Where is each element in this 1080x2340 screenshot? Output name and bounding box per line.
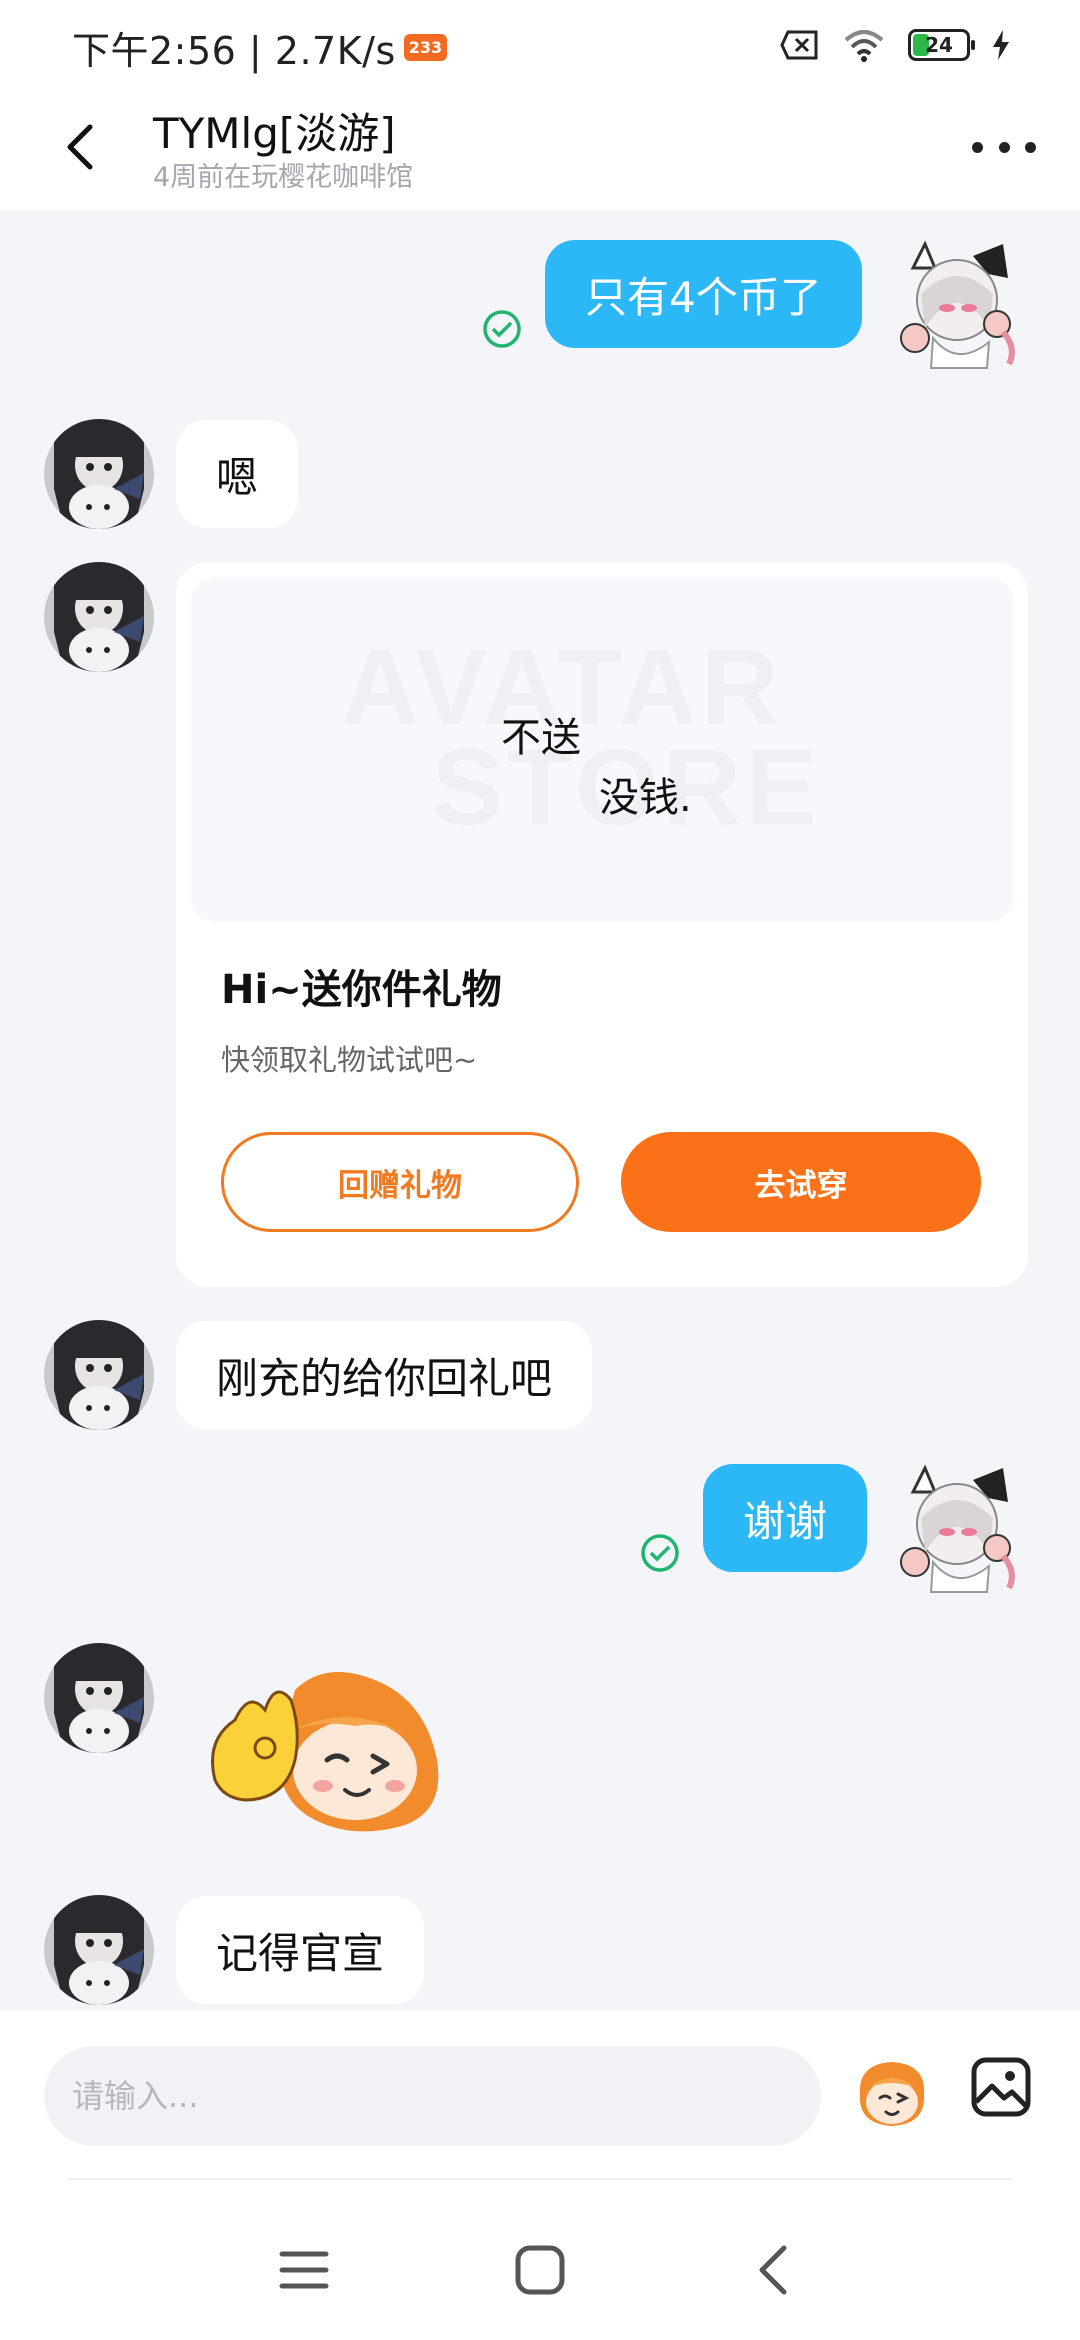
status-time: 下午2:56 | 2.7K/s [72,29,396,73]
gift-card-title: Hi~送你件礼物 [221,967,502,1013]
status-icons: 24 [780,28,1010,62]
gift-card-subtitle: 快领取礼物试试吧~ [221,1043,478,1077]
message-bubble-outgoing[interactable]: 只有4个币了 [545,240,862,348]
gift-image: AVATAR STORE 不送 没钱. [191,577,1013,922]
image-button[interactable] [968,2054,1034,2120]
chat-title: TYMlg[淡游] [153,109,396,158]
chat-header: TYMlg[淡游] 4周前在玩樱花咖啡馆 [0,95,1080,210]
my-avatar[interactable] [893,1462,1023,1602]
battery-level: 24 [925,33,953,57]
menu-nav-icon[interactable] [274,2240,334,2300]
sticker-message[interactable] [205,1660,445,1840]
back-button[interactable] [52,117,112,177]
read-check-icon [482,309,522,349]
charging-icon [993,30,1009,60]
back-nav-icon[interactable] [746,2240,806,2300]
emoji-button[interactable] [852,2054,932,2134]
battery-icon: 24 [908,29,975,61]
wifi-icon [844,30,884,62]
friend-avatar[interactable] [44,1320,154,1430]
try-on-button[interactable]: 去试穿 [621,1132,981,1232]
message-bubble-incoming[interactable]: 嗯 [176,420,299,528]
home-nav-icon[interactable] [510,2240,570,2300]
divider [68,2178,1012,2180]
message-bubble-incoming[interactable]: 刚充的给你回礼吧 [176,1321,593,1429]
gift-image-text: 不送 [501,715,581,761]
friend-avatar[interactable] [44,1643,154,1753]
message-input[interactable] [72,2077,821,2115]
sim-x-icon [780,30,818,60]
chat-subtitle: 4周前在玩樱花咖啡馆 [153,162,414,193]
wink-sticker-icon [211,1672,439,1832]
friend-avatar[interactable] [44,562,154,672]
message-bubble-outgoing[interactable]: 谢谢 [703,1464,868,1572]
notification-badge: 233 [403,34,448,61]
status-bar: 下午2:56 | 2.7K/s 233 24 [0,0,1080,95]
emoji-face-icon [859,2062,925,2126]
return-gift-button[interactable]: 回赠礼物 [221,1132,579,1232]
image-icon [971,2057,1031,2117]
message-input-container[interactable] [44,2046,821,2146]
friend-avatar[interactable] [44,1895,154,2005]
my-avatar[interactable] [893,238,1023,378]
message-bubble-incoming[interactable]: 记得官宣 [176,1896,425,2004]
gift-card[interactable]: AVATAR STORE 不送 没钱. Hi~送你件礼物 快领取礼物试试吧~ 回… [176,562,1028,1287]
more-dots-icon [972,141,983,153]
watermark: AVATAR STORE [341,626,822,847]
more-button[interactable] [972,129,1036,165]
gift-image-text: 没钱. [599,775,692,821]
read-check-icon [640,1533,680,1573]
friend-avatar[interactable] [44,419,154,529]
